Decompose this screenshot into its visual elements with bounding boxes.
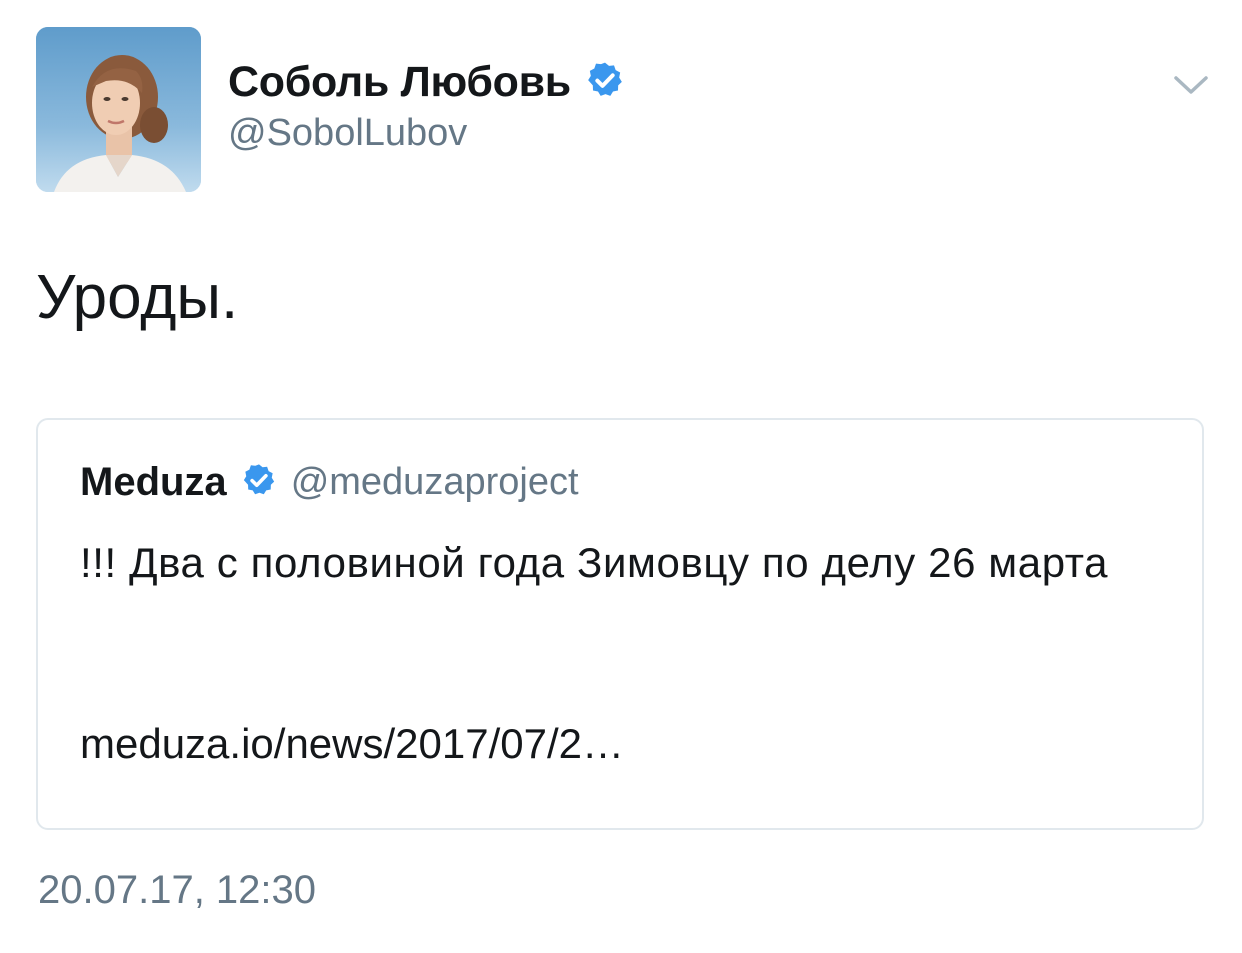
quoted-tweet-card[interactable]: Meduza @meduzaproject !!! Два с половино… <box>36 418 1204 830</box>
quoted-author-name: Meduza <box>80 459 227 504</box>
avatar-photo <box>36 27 201 192</box>
tweet-text: Уроды. <box>36 263 239 332</box>
quoted-author-handle: @meduzaproject <box>290 460 579 503</box>
verified-badge-icon <box>585 60 625 105</box>
tweet-timestamp: 20.07.17, 12:30 <box>38 868 317 912</box>
author-avatar[interactable] <box>36 27 201 192</box>
author-display-name[interactable]: Соболь Любовь <box>228 58 571 107</box>
quoted-tweet-header: Meduza @meduzaproject <box>80 456 579 508</box>
author-name-row: Соболь Любовь <box>228 54 625 110</box>
author-handle[interactable]: @SobolLubov <box>228 112 467 155</box>
quoted-tweet-link[interactable]: meduza.io/news/2017/07/2… <box>80 720 624 768</box>
quoted-tweet-text: !!! Два с половиной года Зимовцу по делу… <box>80 539 1109 586</box>
verified-badge-icon <box>241 462 277 503</box>
chevron-down-icon[interactable] <box>1170 70 1212 100</box>
